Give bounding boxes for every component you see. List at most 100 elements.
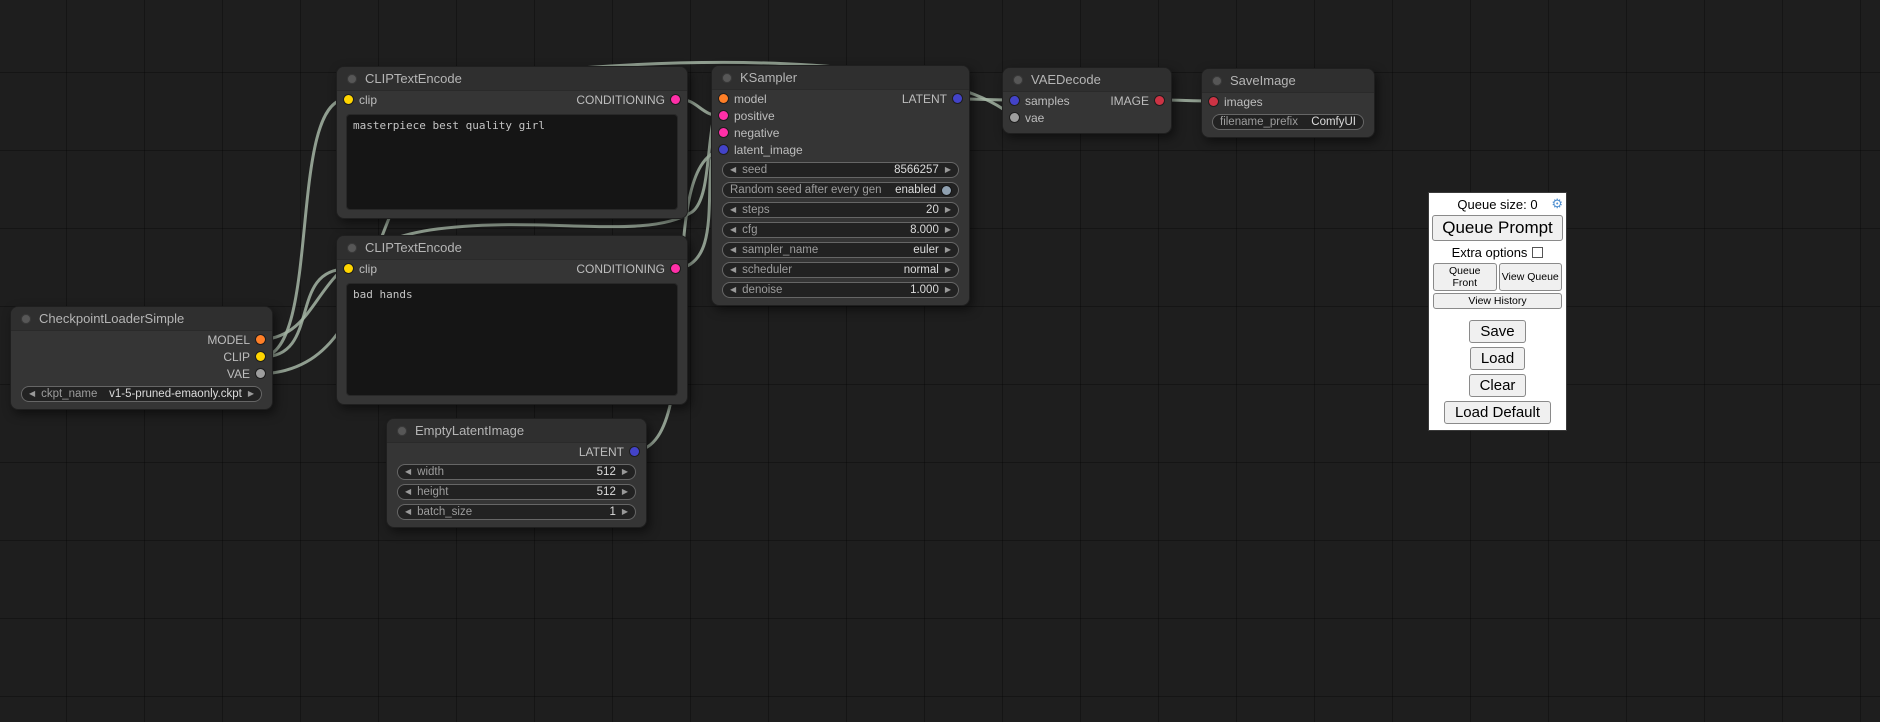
input-slot-negative[interactable]: negative	[719, 126, 779, 140]
widget-width[interactable]: ◀ width 512 ▶	[397, 464, 636, 480]
node-vae-decode[interactable]: VAEDecode samples IMAGE vae	[1002, 67, 1172, 134]
decrement-arrow-icon[interactable]: ◀	[730, 206, 736, 214]
input-slot-images[interactable]: images	[1209, 95, 1263, 109]
node-clip-text-encode-negative[interactable]: CLIPTextEncode clip CONDITIONING bad han…	[336, 235, 688, 405]
widget-random-seed-toggle[interactable]: Random seed after every gen enabled	[722, 182, 959, 198]
increment-arrow-icon[interactable]: ▶	[945, 206, 951, 214]
load-default-button[interactable]: Load Default	[1444, 401, 1551, 424]
output-slot-image[interactable]: IMAGE	[1110, 94, 1164, 108]
node-collapse-dot[interactable]	[347, 74, 357, 84]
output-slot-model[interactable]: MODEL	[207, 333, 265, 347]
increment-arrow-icon[interactable]: ▶	[622, 488, 628, 496]
slot-dot-latent[interactable]	[719, 145, 728, 154]
queue-prompt-button[interactable]: Queue Prompt	[1432, 215, 1563, 241]
slot-dot-conditioning[interactable]	[671, 264, 680, 273]
node-title-bar[interactable]: SaveImage	[1202, 69, 1374, 93]
prompt-textarea-negative[interactable]: bad hands	[346, 283, 678, 396]
decrement-arrow-icon[interactable]: ◀	[730, 166, 736, 174]
increment-arrow-icon[interactable]: ▶	[945, 286, 951, 294]
input-slot-vae[interactable]: vae	[1010, 111, 1044, 125]
node-empty-latent-image[interactable]: EmptyLatentImage LATENT ◀ width 512 ▶ ◀ …	[386, 418, 647, 528]
increment-arrow-icon[interactable]: ▶	[248, 390, 254, 398]
node-collapse-dot[interactable]	[347, 243, 357, 253]
slot-dot-latent[interactable]	[953, 94, 962, 103]
widget-batch-size[interactable]: ◀ batch_size 1 ▶	[397, 504, 636, 520]
save-button[interactable]: Save	[1469, 320, 1525, 343]
node-collapse-dot[interactable]	[1212, 76, 1222, 86]
toggle-dot[interactable]	[942, 186, 951, 195]
widget-ckpt-name[interactable]: ◀ ckpt_name v1-5-pruned-emaonly.ckpt ▶	[21, 386, 262, 402]
slot-dot-latent[interactable]	[630, 447, 639, 456]
widget-steps[interactable]: ◀ steps 20 ▶	[722, 202, 959, 218]
widget-scheduler[interactable]: ◀ scheduler normal ▶	[722, 262, 959, 278]
output-slot-conditioning[interactable]: CONDITIONING	[576, 262, 680, 276]
slot-dot-vae[interactable]	[256, 369, 265, 378]
node-title-bar[interactable]: CLIPTextEncode	[337, 67, 687, 91]
input-slot-clip[interactable]: clip	[344, 93, 377, 107]
slot-dot-conditioning[interactable]	[719, 128, 728, 137]
decrement-arrow-icon[interactable]: ◀	[405, 508, 411, 516]
output-slot-clip[interactable]: CLIP	[223, 350, 265, 364]
output-slot-conditioning[interactable]: CONDITIONING	[576, 93, 680, 107]
increment-arrow-icon[interactable]: ▶	[945, 166, 951, 174]
node-title-bar[interactable]: VAEDecode	[1003, 68, 1171, 92]
node-title-bar[interactable]: CLIPTextEncode	[337, 236, 687, 260]
slot-dot-latent[interactable]	[1010, 96, 1019, 105]
input-slot-clip[interactable]: clip	[344, 262, 377, 276]
queue-front-button[interactable]: Queue Front	[1433, 263, 1497, 291]
decrement-arrow-icon[interactable]: ◀	[405, 488, 411, 496]
widget-seed[interactable]: ◀ seed 8566257 ▶	[722, 162, 959, 178]
decrement-arrow-icon[interactable]: ◀	[730, 266, 736, 274]
settings-gear-icon[interactable]: ⚙	[1551, 196, 1563, 212]
node-collapse-dot[interactable]	[21, 314, 31, 324]
graph-canvas[interactable]: CheckpointLoaderSimple MODEL CLIP VAE ◀	[0, 0, 1880, 722]
widget-height[interactable]: ◀ height 512 ▶	[397, 484, 636, 500]
input-slot-latent-image[interactable]: latent_image	[719, 143, 803, 157]
decrement-arrow-icon[interactable]: ◀	[730, 286, 736, 294]
decrement-arrow-icon[interactable]: ◀	[405, 468, 411, 476]
view-history-button[interactable]: View History	[1433, 293, 1562, 309]
node-collapse-dot[interactable]	[1013, 75, 1023, 85]
slot-dot-vae[interactable]	[1010, 113, 1019, 122]
input-slot-samples[interactable]: samples	[1010, 94, 1070, 108]
node-collapse-dot[interactable]	[397, 426, 407, 436]
slot-dot-model[interactable]	[719, 94, 728, 103]
slot-dot-conditioning[interactable]	[671, 95, 680, 104]
node-title-bar[interactable]: EmptyLatentImage	[387, 419, 646, 443]
slot-dot-clip[interactable]	[344, 95, 353, 104]
increment-arrow-icon[interactable]: ▶	[945, 246, 951, 254]
decrement-arrow-icon[interactable]: ◀	[730, 246, 736, 254]
output-slot-latent[interactable]: LATENT	[579, 445, 639, 459]
node-checkpoint-loader[interactable]: CheckpointLoaderSimple MODEL CLIP VAE ◀	[10, 306, 273, 410]
output-slot-latent[interactable]: LATENT	[902, 92, 962, 106]
slot-dot-image[interactable]	[1155, 96, 1164, 105]
slot-dot-model[interactable]	[256, 335, 265, 344]
prompt-textarea-positive[interactable]: masterpiece best quality girl	[346, 114, 678, 210]
input-slot-positive[interactable]: positive	[719, 109, 775, 123]
node-ksampler[interactable]: KSampler model LATENT positive negative	[711, 65, 970, 306]
clear-button[interactable]: Clear	[1469, 374, 1527, 397]
widget-denoise[interactable]: ◀ denoise 1.000 ▶	[722, 282, 959, 298]
load-button[interactable]: Load	[1470, 347, 1525, 370]
increment-arrow-icon[interactable]: ▶	[945, 266, 951, 274]
increment-arrow-icon[interactable]: ▶	[945, 226, 951, 234]
node-clip-text-encode-positive[interactable]: CLIPTextEncode clip CONDITIONING masterp…	[336, 66, 688, 219]
node-title-bar[interactable]: CheckpointLoaderSimple	[11, 307, 272, 331]
input-slot-model[interactable]: model	[719, 92, 767, 106]
slot-dot-conditioning[interactable]	[719, 111, 728, 120]
widget-sampler-name[interactable]: ◀ sampler_name euler ▶	[722, 242, 959, 258]
node-title-bar[interactable]: KSampler	[712, 66, 969, 90]
increment-arrow-icon[interactable]: ▶	[622, 508, 628, 516]
decrement-arrow-icon[interactable]: ◀	[730, 226, 736, 234]
increment-arrow-icon[interactable]: ▶	[622, 468, 628, 476]
slot-dot-image[interactable]	[1209, 97, 1218, 106]
slot-dot-clip[interactable]	[256, 352, 265, 361]
slot-dot-clip[interactable]	[344, 264, 353, 273]
widget-filename-prefix[interactable]: filename_prefix ComfyUI	[1212, 114, 1364, 130]
widget-cfg[interactable]: ◀ cfg 8.000 ▶	[722, 222, 959, 238]
decrement-arrow-icon[interactable]: ◀	[29, 390, 35, 398]
view-queue-button[interactable]: View Queue	[1499, 263, 1563, 291]
output-slot-vae[interactable]: VAE	[227, 367, 265, 381]
node-collapse-dot[interactable]	[722, 73, 732, 83]
extra-options-checkbox[interactable]	[1532, 247, 1543, 258]
